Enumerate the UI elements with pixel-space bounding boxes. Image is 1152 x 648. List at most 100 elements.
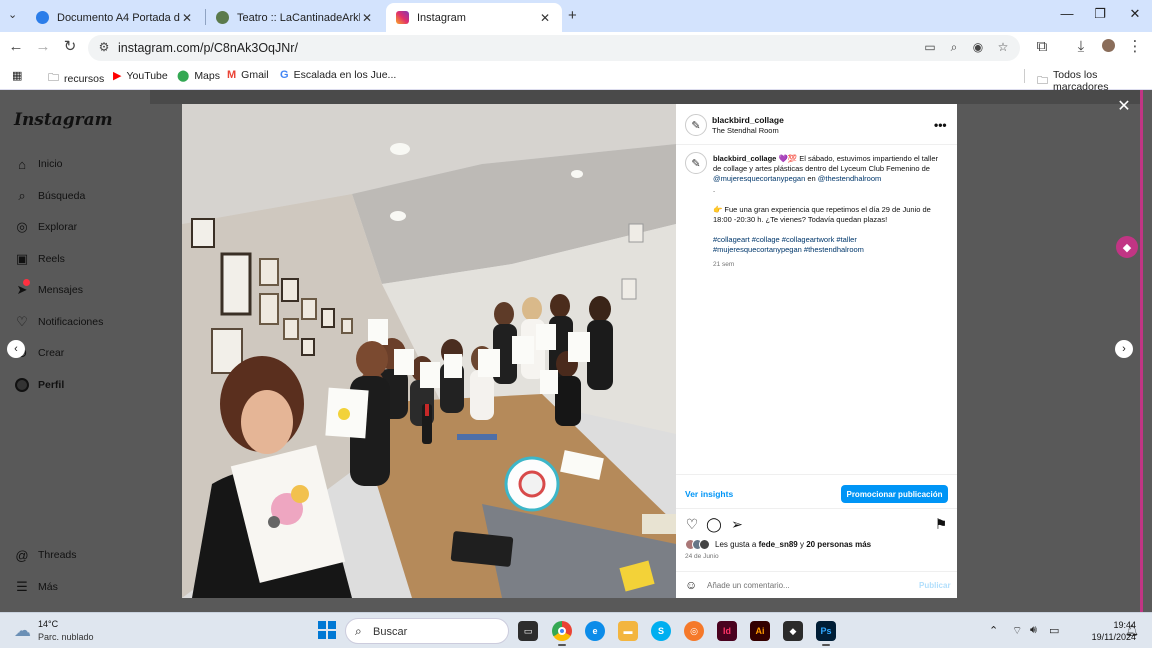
profile-avatar[interactable] xyxy=(1099,39,1117,56)
notifications-bell-icon[interactable]: 🔔︎ xyxy=(1125,624,1139,637)
caption-text: . xyxy=(713,184,716,194)
promote-post-button[interactable]: Promocionar publicación xyxy=(841,485,948,503)
extensions-icon[interactable]: ⧉ xyxy=(1033,39,1051,55)
sidebar-item-reels[interactable]: ▣ Reels xyxy=(14,251,65,267)
compass-icon: ◎ xyxy=(16,219,28,234)
tab-search-icon[interactable]: ⌄ xyxy=(8,8,17,21)
skype-icon[interactable]: S xyxy=(651,621,671,641)
zoom-icon[interactable]: ⌕ xyxy=(946,40,962,55)
chrome-icon[interactable] xyxy=(552,621,572,641)
caption-username[interactable]: blackbird_collage xyxy=(713,154,776,163)
post-time-ago[interactable]: 21 sem xyxy=(713,260,945,270)
indesign-icon[interactable]: Id xyxy=(717,621,737,641)
restore-icon[interactable]: ❐ xyxy=(1088,6,1112,22)
floating-widget-icon[interactable]: ◆ xyxy=(1116,236,1138,258)
caption-author-avatar[interactable]: ✎ xyxy=(685,152,707,174)
post-author-avatar[interactable]: ✎ xyxy=(685,114,707,136)
save-bookmark-icon[interactable]: ⚑ xyxy=(933,516,949,533)
bookmark-gmail[interactable]: M Gmail xyxy=(227,69,269,81)
photoshop-icon[interactable]: Ps xyxy=(816,621,836,641)
gmail-icon: M xyxy=(227,69,237,81)
mention-link[interactable]: @thestendhalroom xyxy=(818,174,881,183)
weather-cloud-icon[interactable]: ☁ xyxy=(14,621,31,641)
file-explorer-icon[interactable]: ▬ xyxy=(618,621,638,641)
sidebar-item-inicio[interactable]: ⌂ Inicio xyxy=(14,156,62,172)
home-icon: ⌂ xyxy=(18,156,26,172)
bookmark-escalada[interactable]: G Escalada en los Jue... xyxy=(280,69,396,81)
task-view-icon[interactable]: ▭ xyxy=(518,621,538,641)
weather-temperature[interactable]: 14°C xyxy=(38,619,58,629)
sidebar-item-mas[interactable]: ☰ Más xyxy=(14,579,58,595)
post-location[interactable]: The Stendhal Room xyxy=(712,126,779,135)
minimize-icon[interactable]: — xyxy=(1055,6,1079,21)
emoji-icon[interactable]: ☺ xyxy=(685,578,697,592)
post-details-panel: ✎ blackbird_collage The Stendhal Room ••… xyxy=(676,104,957,598)
more-options-icon[interactable]: ••• xyxy=(934,118,947,132)
tab-teatro[interactable]: Teatro :: LaCantinadeArkham ✕ xyxy=(206,3,384,32)
apps-icon[interactable]: ▦ xyxy=(12,69,27,82)
tab-documento[interactable]: Documento A4 Portada de Por ✕ xyxy=(26,3,204,32)
instagram-logo[interactable]: Instagram xyxy=(14,110,113,130)
window-close-icon[interactable]: ✕ xyxy=(1123,6,1147,22)
bookmark-star-icon[interactable]: ☆ xyxy=(995,40,1011,54)
taskbar-search[interactable]: ⌕ Buscar xyxy=(345,618,509,644)
post-caption: blackbird_collage 💜💯 El sábado, estuvimo… xyxy=(713,154,945,270)
back-icon[interactable]: ← xyxy=(7,39,25,55)
url-text[interactable]: instagram.com/p/C8nAk3OqJNr/ xyxy=(118,41,298,55)
threads-icon: @ xyxy=(15,547,29,563)
app-icon[interactable]: ◆ xyxy=(783,621,803,641)
likes-row: Les gusta a fede_sn89 y 20 personas más xyxy=(685,539,871,550)
weather-condition[interactable]: Parc. nublado xyxy=(38,632,94,642)
site-info-icon[interactable]: ⚙ xyxy=(96,40,112,54)
show-hidden-icons-icon[interactable]: ⌃ xyxy=(989,624,998,637)
bookmark-maps[interactable]: ⬤ Maps xyxy=(177,69,220,83)
download-icon[interactable]: ⤓ xyxy=(1072,39,1090,55)
menu-icon: ☰ xyxy=(16,579,28,594)
bookmark-youtube[interactable]: ▶ YouTube xyxy=(113,69,168,83)
battery-icon[interactable]: ▭ xyxy=(1049,624,1059,637)
insights-row: Ver insights Promocionar publicación xyxy=(676,474,957,509)
tab-title: Teatro :: LaCantinadeArkham xyxy=(237,11,360,24)
blender-icon[interactable]: ◎ xyxy=(684,621,704,641)
hashtags[interactable]: #collageart #collage #collageartwork #ta… xyxy=(713,235,945,255)
reload-icon[interactable]: ↻ xyxy=(61,39,79,55)
close-tab-icon[interactable]: ✕ xyxy=(180,11,194,25)
windows-start-icon[interactable] xyxy=(318,621,336,639)
bookmarks-bar: ▦ 🗀 recursos ▶ YouTube ⬤ Maps M Gmail G Escal… xyxy=(0,62,1152,93)
page-scrollbar[interactable] xyxy=(1140,90,1152,612)
close-modal-icon[interactable]: ✕ xyxy=(1116,96,1132,116)
next-post-arrow-icon[interactable]: › xyxy=(1115,340,1133,358)
volume-icon[interactable]: 🔊︎ xyxy=(1030,624,1037,637)
browser-menu-icon[interactable]: ⋮ xyxy=(1126,39,1144,55)
heart-icon: ♡ xyxy=(16,314,28,329)
comment-input[interactable]: Añade un comentario... xyxy=(707,581,790,590)
bookmark-recursos[interactable]: 🗀 recursos xyxy=(48,69,104,88)
post-username[interactable]: blackbird_collage xyxy=(712,115,784,125)
publish-button[interactable]: Publicar xyxy=(919,581,951,590)
mention-link[interactable]: @mujeresquecortanypegan xyxy=(713,174,805,183)
previous-post-arrow-icon[interactable]: ‹ xyxy=(7,340,25,358)
likes-text[interactable]: Les gusta a fede_sn89 y 20 personas más xyxy=(715,540,871,549)
sidebar-item-busqueda[interactable]: ⌕ Búsqueda xyxy=(14,188,85,204)
illustrator-icon[interactable]: Ai xyxy=(750,621,770,641)
sidebar-item-perfil[interactable]: Perfil xyxy=(14,377,64,393)
tab-instagram[interactable]: Instagram ✕ xyxy=(386,3,562,32)
post-photo xyxy=(182,104,676,598)
close-tab-icon[interactable]: ✕ xyxy=(538,11,552,25)
sidebar-item-notificaciones[interactable]: ♡ Notificaciones xyxy=(14,314,103,330)
view-insights-link[interactable]: Ver insights xyxy=(685,489,733,499)
wifi-icon[interactable]: ⌔ xyxy=(1012,624,1022,638)
like-heart-icon[interactable]: ♡ xyxy=(684,516,700,533)
sidebar-item-explorar[interactable]: ◎ Explorar xyxy=(14,219,77,235)
eye-off-icon[interactable]: ◉ xyxy=(970,40,986,54)
address-bar[interactable]: ⚙ instagram.com/p/C8nAk3OqJNr/ ▭ ⌕ ◉ ☆ xyxy=(88,35,1020,61)
edge-icon[interactable]: e xyxy=(585,621,605,641)
install-app-icon[interactable]: ▭ xyxy=(922,40,938,54)
forward-icon[interactable]: → xyxy=(34,39,52,55)
sidebar-item-mensajes[interactable]: ➤ Mensajes xyxy=(14,279,83,298)
comment-icon[interactable]: ◯ xyxy=(706,516,722,533)
share-icon[interactable]: ➢ xyxy=(729,516,745,533)
close-tab-icon[interactable]: ✕ xyxy=(360,11,374,25)
sidebar-item-threads[interactable]: @ Threads xyxy=(14,547,76,563)
new-tab-icon[interactable]: + xyxy=(568,7,577,24)
